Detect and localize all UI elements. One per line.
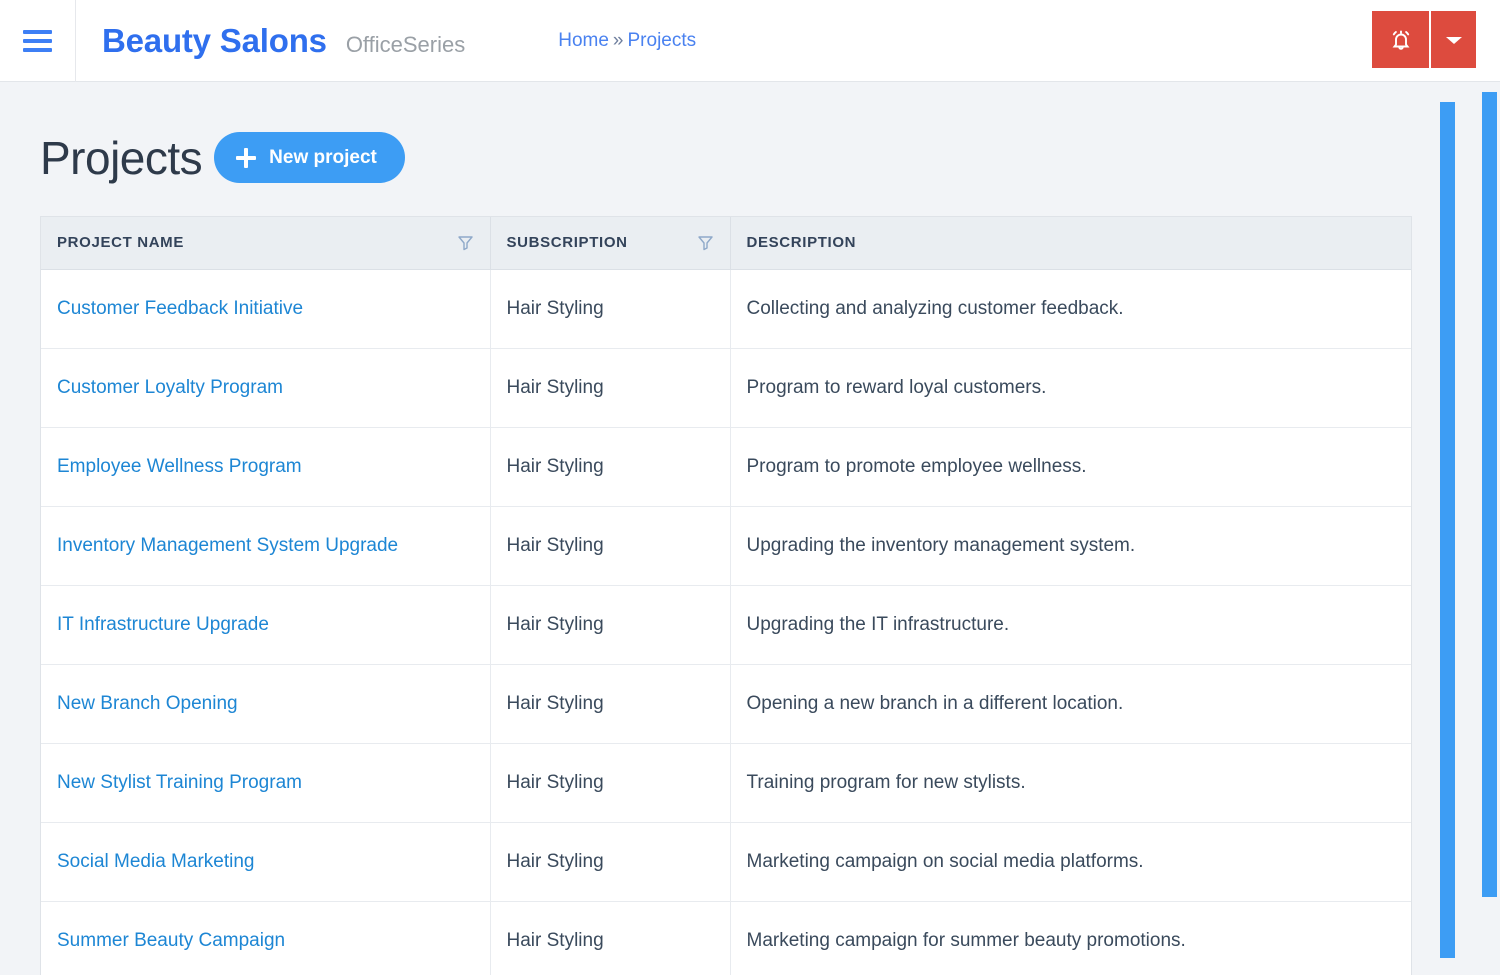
project-link[interactable]: Summer Beauty Campaign [57,930,285,951]
table-head: PROJECT NAME SUBSCRIPTION DESCRIPTION [41,217,1411,270]
cell-subscription: Hair Styling [490,506,731,586]
cell-description: Collecting and analyzing customer feedba… [730,269,1411,349]
cell-subscription: Hair Styling [490,664,731,744]
brand-subtitle: OfficeSeries [345,31,466,57]
cell-subscription: Hair Styling [490,743,731,823]
column-label: PROJECT NAME [57,234,184,252]
table-row: Employee Wellness Program Hair Styling Pro… [41,427,1411,507]
cell-description: Training program for new stylists. [730,743,1411,823]
project-link[interactable]: Social Media Marketing [57,851,254,872]
project-link[interactable]: Employee Wellness Program [57,456,302,477]
page-title: Projects [40,131,203,184]
table-body: Customer Feedback Initiative Hair Styling… [41,269,1411,975]
caret-down-icon [1444,33,1464,47]
cell-description: Program to reward loyal customers. [730,348,1411,428]
header-dropdown-button[interactable] [1431,11,1476,68]
cell-description: Program to promote employee wellness. [730,427,1411,507]
breadcrumb-separator: » [612,29,624,51]
table-row: Social Media Marketing Hair Styling Market… [41,822,1411,902]
cell-description: Marketing campaign on social media platf… [730,822,1411,902]
projects-table: PROJECT NAME SUBSCRIPTION DESCRIPTION Cu… [41,217,1411,975]
cell-description: Upgrading the IT infrastructure. [730,585,1411,665]
top-header-bar: Beauty Salons OfficeSeries Home » Projec… [0,0,1500,82]
cell-description: Upgrading the inventory management syste… [730,506,1411,586]
hamburger-menu-icon[interactable] [0,0,76,82]
table-row: Customer Feedback Initiative Hair Styling… [41,269,1411,349]
projects-table-container: PROJECT NAME SUBSCRIPTION DESCRIPTION Cu… [40,216,1412,975]
column-header-subscription: SUBSCRIPTION [490,217,731,270]
brand-title: Beauty Salons [102,21,327,59]
cell-project-name: IT Infrastructure Upgrade [41,585,491,665]
cell-subscription: Hair Styling [490,427,731,507]
cell-project-name: Inventory Management System Upgrade [41,506,491,586]
column-label: DESCRIPTION [746,234,857,252]
hamburger-bar [23,29,52,34]
notifications-button[interactable] [1372,11,1429,68]
column-header-project-name: PROJECT NAME [41,217,491,270]
inner-content-scrollbar[interactable] [1440,102,1455,958]
table-row: Customer Loyalty Program Hair Styling Prog… [41,348,1411,428]
column-header-description: DESCRIPTION [730,217,1411,270]
cell-subscription: Hair Styling [490,348,731,428]
cell-project-name: Employee Wellness Program [41,427,491,507]
page-scrollbar[interactable] [1482,92,1497,897]
column-label: SUBSCRIPTION [506,234,628,252]
project-link[interactable]: Inventory Management System Upgrade [57,535,398,556]
table-row: Summer Beauty Campaign Hair Styling Market… [41,901,1411,975]
table-row: New Stylist Training Program Hair Styling… [41,743,1411,823]
cell-project-name: Summer Beauty Campaign [41,901,491,975]
page-header: Projects New project [40,82,1460,216]
cell-subscription: Hair Styling [490,585,731,665]
cell-subscription: Hair Styling [490,822,731,902]
hamburger-bar [23,38,52,43]
breadcrumb-link-home[interactable]: Home [558,30,609,52]
funnel-icon-project-name[interactable] [457,234,474,251]
new-project-label: New project [269,146,377,168]
brand: Beauty Salons OfficeSeries [102,22,465,60]
cell-subscription: Hair Styling [490,269,731,349]
table-row: Inventory Management System Upgrade Hair … [41,506,1411,586]
project-link[interactable]: New Branch Opening [57,693,238,714]
project-link[interactable]: IT Infrastructure Upgrade [57,614,269,635]
breadcrumb: Home » Projects [558,30,696,52]
plus-icon [236,147,257,168]
cell-description: Opening a new branch in a different loca… [730,664,1411,744]
cell-project-name: Customer Loyalty Program [41,348,491,428]
cell-project-name: New Stylist Training Program [41,743,491,823]
cell-subscription: Hair Styling [490,901,731,975]
project-link[interactable]: New Stylist Training Program [57,772,302,793]
table-header-row: PROJECT NAME SUBSCRIPTION DESCRIPTION [41,217,1411,270]
cell-project-name: Customer Feedback Initiative [41,269,491,349]
table-row: New Branch Opening Hair Styling Opening a … [41,664,1411,744]
table-row: IT Infrastructure Upgrade Hair Styling Upg… [41,585,1411,665]
breadcrumb-link-projects[interactable]: Projects [628,30,697,52]
cell-description: Marketing campaign for summer beauty pro… [746,929,1186,951]
header-actions [1372,11,1476,68]
cell-project-name: Social Media Marketing [41,822,491,902]
funnel-icon-subscription[interactable] [697,234,714,251]
page-content: Projects New project PROJECT NAME SUBSCR… [0,82,1500,975]
hamburger-bar [23,47,52,52]
project-link[interactable]: Customer Feedback Initiative [57,298,303,319]
new-project-button[interactable]: New project [214,132,405,183]
project-link[interactable]: Customer Loyalty Program [57,377,283,398]
bell-icon [1387,26,1415,54]
cell-project-name: New Branch Opening [41,664,491,744]
